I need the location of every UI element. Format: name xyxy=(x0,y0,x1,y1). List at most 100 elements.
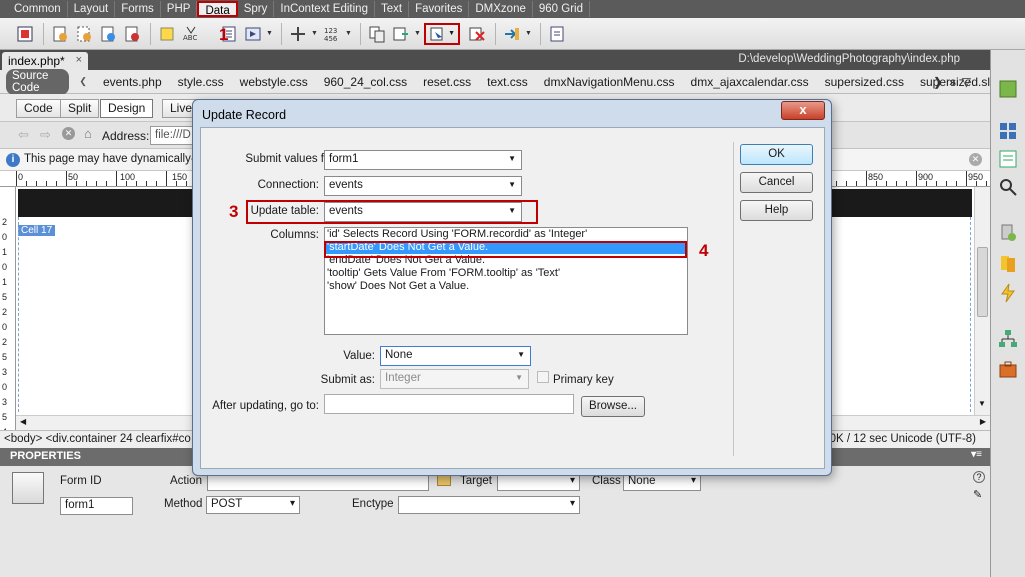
assets-icon[interactable] xyxy=(997,358,1019,380)
submit-values-select[interactable]: form1 xyxy=(324,150,522,170)
after-updating-input[interactable] xyxy=(324,394,574,414)
tag-selector[interactable]: <body> <div.container 24 clearfix#co xyxy=(4,433,191,445)
abc-icon[interactable]: ABC xyxy=(180,23,202,45)
related-file-link[interactable]: text.css xyxy=(487,75,528,89)
svg-text:123: 123 xyxy=(324,27,337,35)
css-styles-icon[interactable] xyxy=(997,120,1019,142)
more-files-icon[interactable]: » xyxy=(949,75,956,89)
value-select[interactable]: None xyxy=(380,346,531,366)
delete-record-icon[interactable] xyxy=(466,23,488,45)
document-tab[interactable]: index.php* × xyxy=(2,52,88,70)
chevron-down-icon[interactable]: ▼ xyxy=(345,23,352,45)
stored-procedure-icon[interactable] xyxy=(97,23,119,45)
ap-elements-icon[interactable] xyxy=(997,148,1019,170)
insert-tab-incontext-editing[interactable]: InContext Editing xyxy=(274,1,375,17)
ruler-tick xyxy=(866,171,867,186)
vertical-scrollbar[interactable]: ▼ xyxy=(974,187,990,415)
connection-select[interactable]: events xyxy=(324,176,522,196)
databases-icon[interactable] xyxy=(997,222,1019,244)
xslt-transformation-icon[interactable] xyxy=(546,23,568,45)
help-button[interactable]: Help xyxy=(740,200,813,221)
insert-panel-icon[interactable] xyxy=(997,78,1019,100)
related-file-link[interactable]: webstyle.css xyxy=(240,75,308,89)
panel-menu-icon[interactable]: ▾≡ xyxy=(971,449,982,460)
document-path: D:\develop\WeddingPhotography\index.php xyxy=(738,53,960,65)
related-file-link[interactable]: dmxNavigationMenu.css xyxy=(544,75,675,89)
cancel-button[interactable]: Cancel xyxy=(740,172,813,193)
chevron-down-icon[interactable]: ▼ xyxy=(311,23,318,45)
ruler-tick xyxy=(56,181,57,186)
after-updating-label: After updating, go to: xyxy=(212,400,319,412)
list-item[interactable]: 'tooltip' Gets Value From 'FORM.tooltip'… xyxy=(325,267,687,280)
home-icon[interactable]: ⌂ xyxy=(84,126,92,141)
close-icon[interactable]: ✕ xyxy=(969,153,982,166)
ok-button[interactable]: OK xyxy=(740,144,813,165)
related-file-link[interactable]: style.css xyxy=(178,75,224,89)
chevron-right-icon[interactable]: ▶ xyxy=(980,417,986,426)
recordset-icon[interactable] xyxy=(49,23,71,45)
enctype-select[interactable] xyxy=(398,496,580,514)
filter-icon[interactable]: ▽ xyxy=(962,75,971,89)
chevron-down-icon[interactable]: ▼ xyxy=(414,23,421,45)
insert-tab-forms[interactable]: Forms xyxy=(115,1,161,17)
dynamic-data-icon[interactable] xyxy=(121,23,143,45)
related-file-link[interactable]: supersized.css xyxy=(825,75,904,89)
tag-inspector-icon[interactable] xyxy=(997,176,1019,198)
list-item[interactable]: 'show' Does Not Get a Value. xyxy=(325,280,687,293)
insert-tab-960-grid[interactable]: 960 Grid xyxy=(533,1,590,17)
quick-tag-editor-icon[interactable]: ✎ xyxy=(973,488,982,501)
chevron-down-icon[interactable]: ▼ xyxy=(978,399,986,408)
related-file-link[interactable]: 960_24_col.css xyxy=(324,75,407,89)
code-view-button[interactable]: Code xyxy=(16,99,61,118)
related-file-link[interactable]: reset.css xyxy=(423,75,471,89)
chevron-left-icon[interactable]: ❮ xyxy=(79,76,87,87)
method-select[interactable]: POST xyxy=(206,496,300,514)
chevron-down-icon[interactable]: ▼ xyxy=(266,23,273,45)
chevron-left-icon[interactable]: ◀ xyxy=(20,417,26,426)
close-icon: x xyxy=(799,102,807,117)
recordset-paging-icon[interactable] xyxy=(242,23,264,45)
insert-tab-dmxzone[interactable]: DMXzone xyxy=(469,1,533,17)
help-icon[interactable]: ? xyxy=(973,471,985,483)
source-code-pill[interactable]: Source Code xyxy=(6,68,70,95)
insert-record-icon[interactable] xyxy=(390,23,412,45)
chevron-down-icon[interactable]: ▼ xyxy=(525,23,532,45)
user-authentication-icon[interactable] xyxy=(501,23,523,45)
ruler-tick xyxy=(936,181,937,186)
master-detail-icon[interactable] xyxy=(366,23,388,45)
browse-button[interactable]: Browse... xyxy=(581,396,645,417)
display-record-count-icon[interactable]: 123 456 xyxy=(321,23,343,45)
folder-icon[interactable] xyxy=(437,475,451,486)
files-icon[interactable] xyxy=(997,328,1019,350)
ruler-mark: 2 xyxy=(2,337,8,347)
related-file-link[interactable]: dmx_ajaxcalendar.css xyxy=(691,75,809,89)
forward-arrow-icon[interactable]: ⇨ xyxy=(40,127,51,143)
go-to-detail-icon[interactable] xyxy=(287,23,309,45)
chevron-right-icon[interactable]: ❯ xyxy=(933,75,943,89)
insert-tab-spry[interactable]: Spry xyxy=(238,1,275,17)
insert-tab-layout[interactable]: Layout xyxy=(68,1,116,17)
insert-tab-php[interactable]: PHP xyxy=(161,1,198,17)
scroll-thumb[interactable] xyxy=(977,247,988,317)
insert-tab-text[interactable]: Text xyxy=(375,1,410,17)
bindings-icon[interactable] xyxy=(997,252,1019,274)
ruler-mark: 3 xyxy=(2,397,8,407)
split-view-button[interactable]: Split xyxy=(60,99,100,118)
stop-icon[interactable]: ✕ xyxy=(62,127,75,140)
insert-table-icon[interactable] xyxy=(14,23,36,45)
list-item[interactable]: 'id' Selects Record Using 'FORM.recordid… xyxy=(325,228,687,241)
insert-tab-common[interactable]: Common xyxy=(8,1,68,17)
ruler-tick xyxy=(966,171,967,186)
design-view-button[interactable]: Design xyxy=(100,99,154,118)
back-arrow-icon[interactable]: ⇦ xyxy=(18,127,29,143)
server-behaviors-icon[interactable] xyxy=(997,282,1019,304)
close-button[interactable]: x xyxy=(781,101,825,120)
form-id-input[interactable]: form1 xyxy=(60,497,133,515)
related-file-link[interactable]: events.php xyxy=(103,75,162,89)
insert-tab-data[interactable]: Data xyxy=(197,1,238,17)
insert-tab-favorites[interactable]: Favorites xyxy=(409,1,470,17)
prepared-icon[interactable] xyxy=(73,23,95,45)
repeated-region-icon[interactable] xyxy=(156,23,178,45)
update-record-button[interactable]: ▼ xyxy=(424,22,460,45)
close-icon[interactable]: × xyxy=(76,54,82,66)
